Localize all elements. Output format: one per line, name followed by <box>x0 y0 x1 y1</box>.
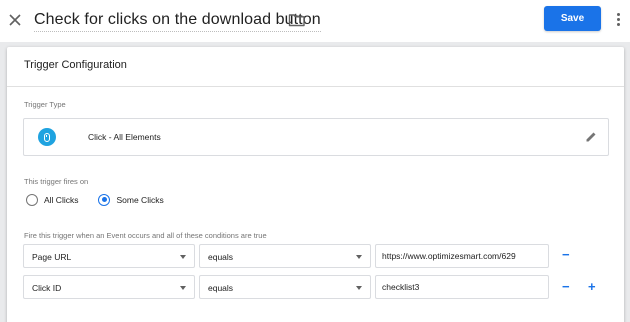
dropdown-arrow-icon <box>180 286 186 290</box>
radio-some-clicks[interactable]: Some Clicks <box>98 194 164 206</box>
dropdown-arrow-icon <box>356 286 362 290</box>
remove-condition-button[interactable]: − <box>562 280 570 293</box>
radio-all-clicks[interactable]: All Clicks <box>26 194 78 206</box>
trigger-type-value: Click - All Elements <box>88 132 161 142</box>
conditions-label: Fire this trigger when an Event occurs a… <box>24 231 267 240</box>
top-bar: Check for clicks on the download button … <box>0 0 630 42</box>
remove-condition-button[interactable]: − <box>562 248 570 261</box>
save-button[interactable]: Save <box>544 6 601 31</box>
close-icon <box>9 14 21 26</box>
operator-select[interactable]: equals <box>199 244 371 268</box>
dropdown-arrow-icon <box>180 255 186 259</box>
variable-select-value: Page URL <box>32 252 72 262</box>
close-button[interactable] <box>4 9 26 31</box>
operator-select-value: equals <box>208 252 234 262</box>
more-options-button[interactable] <box>612 9 624 29</box>
operator-select-value: equals <box>208 283 234 293</box>
variable-select[interactable]: Click ID <box>23 275 195 299</box>
more-vert-icon <box>616 12 620 16</box>
click-icon <box>38 128 56 146</box>
radio-circle-selected <box>98 194 111 206</box>
condition-value-input[interactable] <box>375 244 549 268</box>
dropdown-arrow-icon <box>356 255 362 259</box>
radio-circle <box>26 194 38 206</box>
radio-all-clicks-label: All Clicks <box>44 195 79 205</box>
folder-button[interactable] <box>288 12 306 28</box>
fires-on-radio-group: All Clicks Some Clicks <box>26 194 184 206</box>
add-condition-button[interactable]: + <box>588 280 596 293</box>
radio-some-clicks-label: Some Clicks <box>116 195 164 205</box>
fires-on-label: This trigger fires on <box>24 177 89 186</box>
trigger-type-selector[interactable]: Click - All Elements <box>23 118 609 156</box>
trigger-type-label: Trigger Type <box>24 100 66 109</box>
condition-row: Click ID equals <box>23 275 549 299</box>
folder-icon <box>288 14 305 27</box>
condition-row: Page URL equals <box>23 244 549 268</box>
operator-select[interactable]: equals <box>199 275 371 299</box>
trigger-configuration-card: Trigger Configuration Trigger Type Click… <box>7 47 624 322</box>
variable-select[interactable]: Page URL <box>23 244 195 268</box>
edit-pencil-icon[interactable] <box>584 130 598 144</box>
trigger-name-title[interactable]: Check for clicks on the download button <box>34 11 321 32</box>
variable-select-value: Click ID <box>32 283 62 293</box>
card-title: Trigger Configuration <box>7 47 624 87</box>
condition-value-input[interactable] <box>375 275 549 299</box>
